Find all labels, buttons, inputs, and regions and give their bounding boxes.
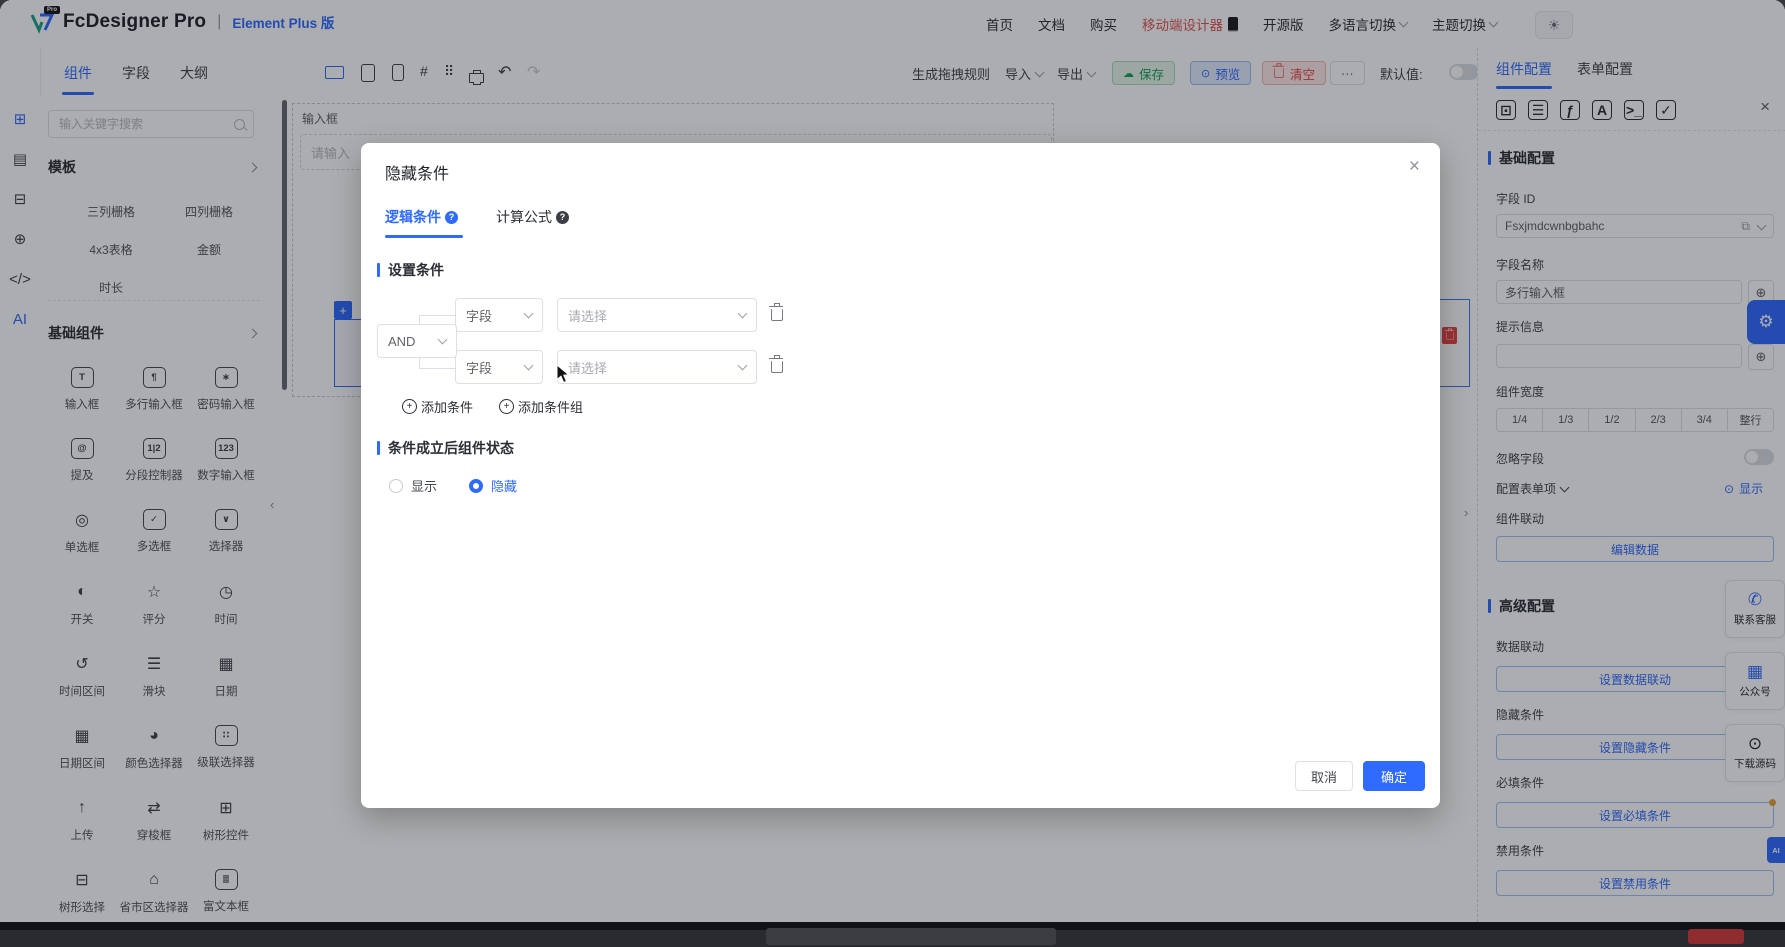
state-radio-group: 显示 隐藏 [389,476,517,495]
dialog-tab-计算公式[interactable]: 计算公式? [496,207,569,227]
state-radio-显示[interactable]: 显示 [389,476,437,495]
plus-circle-icon: + [402,399,417,414]
condition-value-select[interactable]: 请选择 [557,350,757,384]
plus-circle-icon: + [499,399,514,414]
close-icon[interactable]: × [1409,157,1420,176]
radio-icon [469,479,483,493]
dialog-tab-label: 计算公式 [496,207,552,227]
condition-type-select[interactable]: 字段 [455,350,543,384]
condition-type-select[interactable]: 字段 [455,298,543,332]
hide-condition-dialog: 隐藏条件 × 逻辑条件?计算公式? 设置条件 AND 字段请选择字段请选择 +添… [361,143,1440,808]
dialog-title: 隐藏条件 [385,160,449,184]
chevron-down-icon [738,361,748,371]
set-condition-header: 设置条件 [377,260,444,280]
add-condition-group-link[interactable]: +添加条件组 [499,397,583,416]
select-value: 字段 [466,306,492,325]
dialog-tabs: 逻辑条件?计算公式? [385,207,569,227]
select-value: 字段 [466,358,492,377]
logic-operator-select[interactable]: AND [377,324,457,358]
add-links: +添加条件 +添加条件组 [402,397,583,416]
condition-value-select[interactable]: 请选择 [557,298,757,332]
add-condition-link[interactable]: +添加条件 [402,397,473,416]
radio-label: 显示 [411,476,437,495]
confirm-button[interactable]: 确定 [1363,761,1425,791]
condition-rows: 字段请选择字段请选择 [455,298,783,384]
state-radio-隐藏[interactable]: 隐藏 [469,476,517,495]
chevron-down-icon [524,309,534,319]
delete-condition-icon[interactable] [771,361,783,373]
mouse-cursor [556,364,574,384]
delete-condition-icon[interactable] [771,309,783,321]
state-section-header: 条件成立后组件状态 [377,438,514,458]
chevron-down-icon [524,361,534,371]
cancel-button[interactable]: 取消 [1295,761,1353,791]
dialog-tab-label: 逻辑条件 [385,207,441,227]
dialog-tab-逻辑条件[interactable]: 逻辑条件? [385,207,458,227]
help-question-icon[interactable]: ? [556,211,569,224]
radio-icon [389,479,403,493]
condition-row: 字段 请选择 [455,298,783,332]
radio-label: 隐藏 [491,476,517,495]
active-tab-underline [385,235,463,238]
condition-row: 字段 请选择 [455,350,783,384]
chevron-down-icon [438,335,448,345]
chevron-down-icon [738,309,748,319]
help-question-icon[interactable]: ? [445,211,458,224]
app-window: FcDesigner Pro | Element Plus 版 Pro 首页文档… [0,0,1785,947]
select-placeholder: 请选择 [568,306,607,325]
